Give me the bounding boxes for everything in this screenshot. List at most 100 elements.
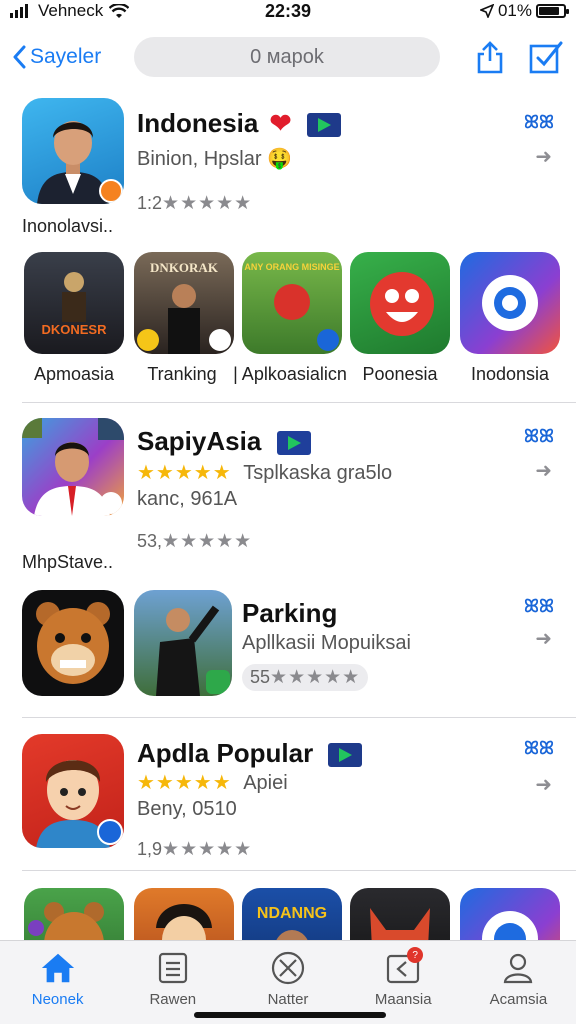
rating-value: 55 xyxy=(250,667,271,687)
red-monster-icon xyxy=(370,272,434,336)
app-icon-sapiyasia[interactable] xyxy=(22,418,124,516)
tab-label: Rawen xyxy=(149,991,197,1008)
tile-text: NDANNG xyxy=(257,905,327,922)
section-divider xyxy=(22,717,576,718)
app-rating: 53, ★★★★★ xyxy=(137,530,252,553)
back-button-label: Sayeler xyxy=(30,45,102,68)
play-store-badge-icon xyxy=(328,743,363,768)
home-indicator[interactable] xyxy=(194,1012,386,1018)
camera-lens-icon xyxy=(482,911,538,940)
app-title: Apdla Popular xyxy=(137,738,363,769)
grid-tile-inodonsia[interactable] xyxy=(460,252,560,354)
carrier-name: Vehneck xyxy=(38,1,104,20)
share-button[interactable] xyxy=(472,39,508,75)
expand-glyph-icon[interactable]: ꕤꕤ xyxy=(524,738,554,759)
arrow-right-icon[interactable]: ➜ xyxy=(535,772,552,797)
battery-icon xyxy=(536,4,569,18)
expand-glyph-icon[interactable]: ꕤꕤ xyxy=(524,596,554,617)
app-detail-line: kanc, 961A xyxy=(137,488,238,510)
play-store-badge-icon xyxy=(306,113,341,138)
tile-text: ANY ORANG MISINGE xyxy=(244,262,339,272)
cartoon-boy-icon xyxy=(36,760,123,848)
app-rating: 55 ★★★★★ xyxy=(242,664,369,691)
portrait-man-image xyxy=(37,121,123,204)
app-subtitle: Binion, Hpslar xyxy=(137,148,262,170)
app-subtitle: Apllkasii Mopuiksai xyxy=(242,632,411,654)
featured-app-indonesia[interactable]: Indonesia ❤ Binion, Hpslar 🤑 1:2 ★★★★★ I… xyxy=(0,90,576,240)
app-list: Indonesia ❤ Binion, Hpslar 🤑 1:2 ★★★★★ I… xyxy=(0,90,576,940)
app-icon-bear-mascot[interactable] xyxy=(22,590,124,696)
rating-stars-gold-icon: ★★★★★ xyxy=(137,772,232,794)
inbox-icon: ? xyxy=(385,947,424,985)
rating-stars-icon: ★★★★★ xyxy=(162,531,253,552)
heart-icon: ❤ xyxy=(269,108,292,138)
grid-tile-anime-boy[interactable] xyxy=(134,888,234,940)
featured-app-sapiyasia[interactable]: SapiyAsia ★★★★★ Tsplkaska gra5lo kanc, 9… xyxy=(0,410,576,572)
rating-stars-icon: ★★★★★ xyxy=(270,667,361,688)
bear-cartoon-icon xyxy=(28,902,104,940)
chevron-left-icon xyxy=(13,45,26,69)
grid-tile-ndanng[interactable]: NDANNG xyxy=(242,888,342,940)
tab-label: Acamsia xyxy=(489,991,548,1008)
rating-stars-icon: ★★★★★ xyxy=(162,193,253,214)
tab-acamsia[interactable]: Acamsia xyxy=(461,941,576,1024)
grid-label: Apmoasia xyxy=(33,364,115,384)
arrow-right-icon[interactable]: ➜ xyxy=(535,626,552,651)
expand-glyph-icon[interactable]: ꕤꕤ xyxy=(524,112,554,133)
bear-mascot-icon xyxy=(36,602,110,684)
section-divider xyxy=(22,402,576,403)
signal-icon xyxy=(10,4,28,18)
app-title: Indonesia ❤ xyxy=(137,108,341,139)
search-field[interactable]: 0 мароk xyxy=(134,37,440,77)
arrow-right-icon[interactable]: ➜ xyxy=(535,144,552,169)
section-divider xyxy=(22,870,576,871)
app-icon-indonesia[interactable] xyxy=(22,98,124,204)
rating-value: 1,9 xyxy=(137,839,163,859)
movie-poster-image: DNKORAK xyxy=(137,260,231,354)
expand-glyph-icon[interactable]: ꕤꕤ xyxy=(524,426,554,447)
man-pointing-image xyxy=(156,605,230,696)
nav-bar: Sayeler 0 мароk xyxy=(0,32,576,82)
camera-lens-icon xyxy=(482,275,538,331)
arrow-right-icon[interactable]: ➜ xyxy=(535,458,552,483)
tab-label: Maansia xyxy=(374,991,432,1008)
featured-app-apdla-popular[interactable]: Apdla Popular ★★★★★ Apiei Beny, 0510 1,9… xyxy=(0,726,576,866)
app-caption: Inonolavsi.. xyxy=(22,216,114,236)
movie-poster-image: NDANNG xyxy=(257,905,327,940)
back-button[interactable]: Sayeler xyxy=(12,45,101,69)
tile-text: DKONESR xyxy=(41,322,107,337)
app-caption: MhpStave.. xyxy=(22,552,114,572)
compass-icon xyxy=(270,951,306,985)
list-icon xyxy=(155,951,191,985)
checkbox-edit-icon xyxy=(529,41,563,74)
tile-text: DNKORAK xyxy=(150,260,219,275)
anime-character-icon xyxy=(156,904,212,940)
grid-label: Tranking xyxy=(147,364,217,384)
app-icon-apdla-popular[interactable] xyxy=(22,734,124,848)
grid-tile-apmoasia[interactable]: DKONESR xyxy=(24,252,124,354)
game-poster-image: ANY ORANG MISINGE xyxy=(244,262,340,351)
grid-tile-bear[interactable] xyxy=(24,888,124,940)
tab-bar: Neonek Rawen Natter ? Maansia Acamsia xyxy=(0,940,576,1024)
featured-app-parking[interactable]: Parking Apllkasii Mopuiksai 55 ★★★★★ ꕤꕤ … xyxy=(0,584,576,704)
grid-label: Poonesia xyxy=(362,364,438,384)
app-title: SapiyAsia xyxy=(137,426,311,457)
grid-tile-fox[interactable] xyxy=(350,888,450,940)
grid-label: | Aplkoasialicn xyxy=(233,364,347,384)
tab-neonek[interactable]: Neonek xyxy=(0,941,115,1024)
app-icon-parking[interactable] xyxy=(134,590,232,696)
play-store-badge-icon xyxy=(276,431,311,456)
rating-stars-icon: ★★★★★ xyxy=(162,839,253,860)
grid-tile-aplkoasialicn[interactable]: ANY ORANG MISINGE xyxy=(242,252,342,354)
money-face-emoji-icon: 🤑 xyxy=(267,148,292,170)
portrait-man-image xyxy=(22,418,124,516)
grid-tile-lens[interactable] xyxy=(460,888,560,940)
grid-tile-poonesia[interactable] xyxy=(350,252,450,354)
edit-checkbox-button[interactable] xyxy=(528,39,564,75)
grid-tile-tranking[interactable]: DNKORAK xyxy=(134,252,234,354)
rating-stars-gold-icon: ★★★★★ xyxy=(137,462,232,484)
battery-percent: 01% xyxy=(497,1,532,20)
tab-label: Natter xyxy=(267,991,309,1008)
person-icon xyxy=(500,951,536,985)
location-icon xyxy=(479,4,494,18)
